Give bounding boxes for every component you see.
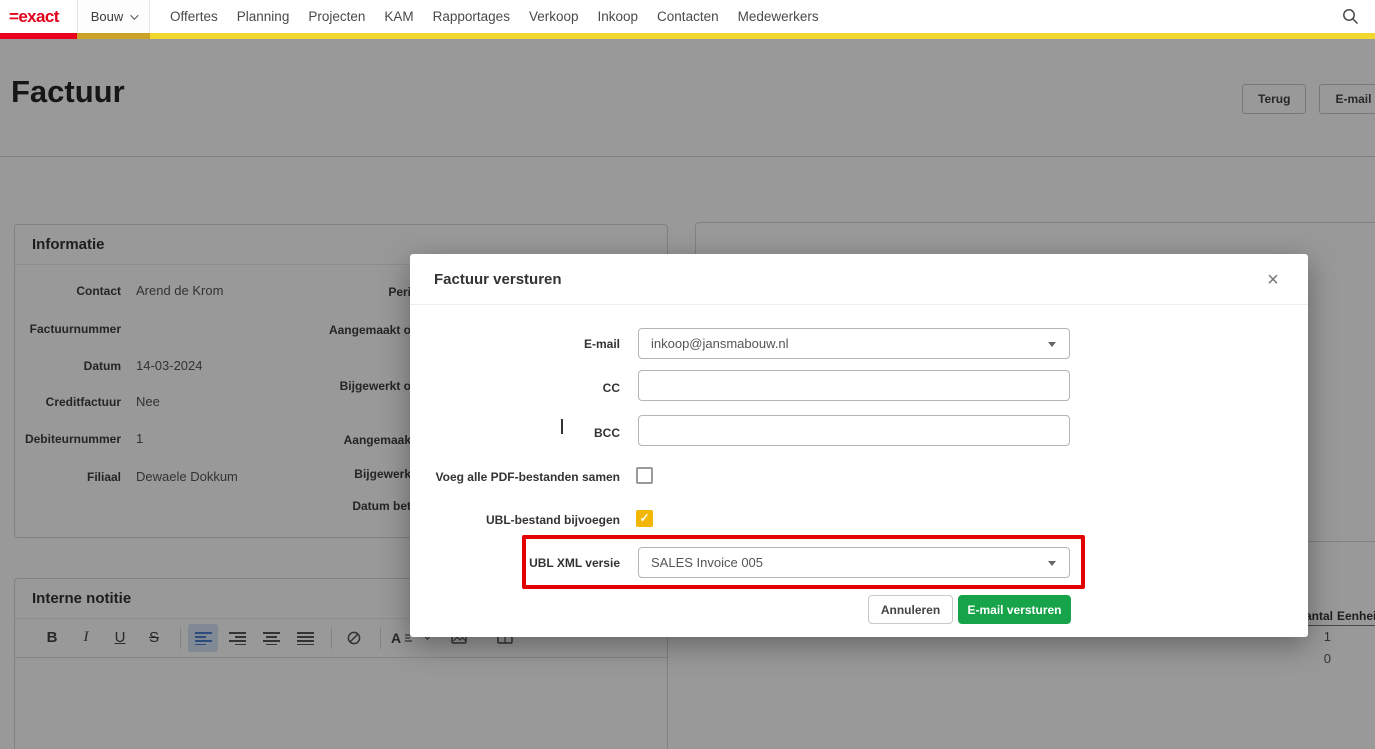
nav-item-medewerkers[interactable]: Medewerkers <box>738 9 819 24</box>
attach-ubl-checkbox-checked[interactable]: ✓ <box>636 510 653 527</box>
merge-pdf-label: Voeg alle PDF-bestanden samen <box>420 470 620 484</box>
email-dropdown[interactable]: inkoop@jansmabouw.nl <box>638 328 1070 359</box>
app-window: =exact Bouw Offertes Planning Projecten … <box>0 0 1375 749</box>
caret-down-icon <box>1048 342 1056 347</box>
nav-item-contacten[interactable]: Contacten <box>657 9 719 24</box>
ubl-version-label: UBL XML versie <box>420 556 620 570</box>
cancel-button[interactable]: Annuleren <box>868 595 953 624</box>
cc-label: CC <box>420 381 620 395</box>
nav-underline-red <box>0 33 77 39</box>
ubl-version-dropdown[interactable]: SALES Invoice 005 <box>638 547 1070 578</box>
email-value: inkoop@jansmabouw.nl <box>651 336 789 351</box>
nav-item-offertes[interactable]: Offertes <box>170 9 218 24</box>
caret-down-icon <box>1048 561 1056 566</box>
send-email-button[interactable]: E-mail versturen <box>958 595 1071 624</box>
ubl-version-value: SALES Invoice 005 <box>651 555 763 570</box>
division-label: Bouw <box>91 9 124 24</box>
nav-item-projecten[interactable]: Projecten <box>308 9 365 24</box>
nav-item-verkoop[interactable]: Verkoop <box>529 9 579 24</box>
dialog-title: Factuur versturen <box>434 254 562 305</box>
bcc-input[interactable] <box>638 415 1070 446</box>
nav-item-rapportages[interactable]: Rapportages <box>433 9 510 24</box>
top-nav: =exact Bouw Offertes Planning Projecten … <box>0 0 1375 33</box>
close-icon[interactable]: × <box>1261 268 1285 292</box>
exact-logo[interactable]: =exact <box>9 0 59 33</box>
nav-menu: Offertes Planning Projecten KAM Rapporta… <box>170 0 819 33</box>
nav-item-kam[interactable]: KAM <box>384 9 413 24</box>
email-label: E-mail <box>420 337 620 351</box>
search-icon[interactable] <box>1342 8 1359 25</box>
dialog-header: Factuur versturen × <box>410 254 1308 305</box>
attach-ubl-label: UBL-bestand bijvoegen <box>420 513 620 527</box>
merge-pdf-checkbox[interactable] <box>636 467 653 484</box>
nav-item-inkoop[interactable]: Inkoop <box>598 9 639 24</box>
division-dropdown[interactable]: Bouw <box>77 0 150 33</box>
text-cursor <box>561 419 563 434</box>
nav-underline-yellow <box>150 33 1375 39</box>
bcc-label: BCC <box>420 426 620 440</box>
cc-input[interactable] <box>638 370 1070 401</box>
nav-item-planning[interactable]: Planning <box>237 9 290 24</box>
chevron-down-icon <box>130 11 138 19</box>
factuur-versturen-dialog: Factuur versturen × E-mail inkoop@jansma… <box>410 254 1308 637</box>
nav-underline-gold <box>77 33 150 39</box>
